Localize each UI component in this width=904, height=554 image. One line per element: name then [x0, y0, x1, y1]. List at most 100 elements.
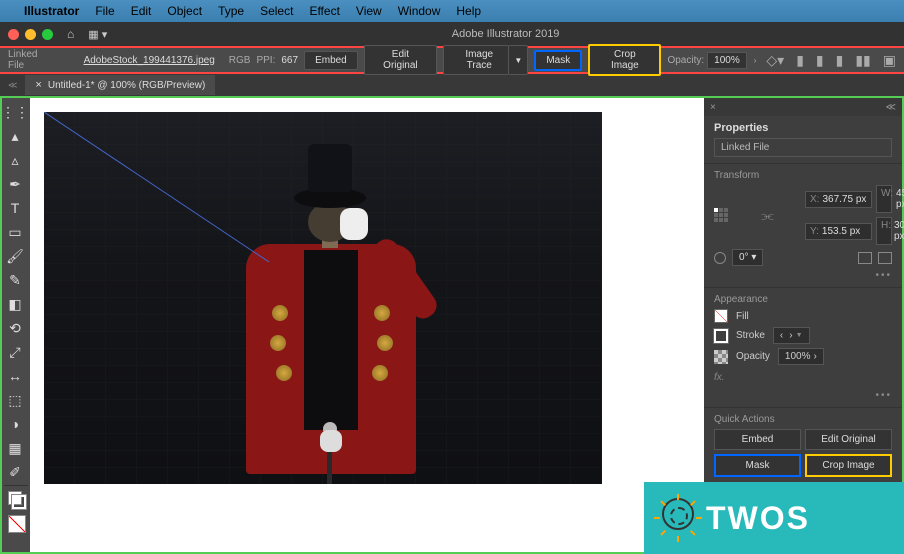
toolbar-grip-icon[interactable]: ⋮⋮ [2, 100, 28, 124]
qa-embed-button[interactable]: Embed [714, 429, 801, 450]
pen-tool[interactable]: ✒ [2, 172, 28, 196]
stroke-label: Stroke [736, 330, 765, 341]
rotate-tool[interactable]: ⟲ [2, 316, 28, 340]
close-icon[interactable] [8, 29, 19, 40]
isolate-icon[interactable]: ▣ [883, 52, 896, 69]
qa-crop-image-button[interactable]: Crop Image [805, 454, 892, 477]
h-field[interactable]: H:305 px [876, 217, 892, 245]
filename-link[interactable]: AdobeStock_199441376.jpeg [84, 55, 215, 66]
y-field[interactable]: Y:153.5 px [805, 223, 872, 240]
panel-header[interactable]: × ≪ [704, 98, 902, 116]
tool-separator [4, 485, 28, 486]
menu-window[interactable]: Window [398, 4, 441, 18]
shape-builder-tool[interactable]: ◑ [2, 412, 28, 436]
stroke-weight-field[interactable]: ‹›▼ [773, 327, 810, 344]
ppi-label: PPI: [256, 55, 275, 66]
menu-view[interactable]: View [356, 4, 382, 18]
rectangle-tool[interactable]: ▭ [2, 220, 28, 244]
crop-image-button[interactable]: Crop Image [588, 44, 661, 76]
fill-swatch-icon[interactable] [714, 309, 728, 323]
menu-object[interactable]: Object [167, 4, 202, 18]
image-trace-button[interactable]: Image Trace [443, 45, 509, 75]
watermark-text: TWOS [706, 500, 810, 537]
mac-menubar: Illustrator File Edit Object Type Select… [0, 0, 904, 22]
menu-edit[interactable]: Edit [131, 4, 152, 18]
align-icons: ◇▾ ▮ ▮ ▮ ▮▮ ▣ [766, 52, 896, 69]
menu-help[interactable]: Help [456, 4, 481, 18]
paintbrush-tool[interactable]: 🖌 [2, 244, 28, 268]
flip-vertical-icon[interactable] [878, 252, 892, 264]
x-field[interactable]: X:367.75 px [805, 191, 872, 208]
image-subject [214, 140, 444, 484]
home-icon[interactable]: ⌂ [67, 27, 74, 41]
close-tab-icon[interactable]: × [35, 79, 41, 91]
menu-app[interactable]: Illustrator [24, 4, 79, 18]
gradient-tool[interactable]: ▦ [2, 436, 28, 460]
opacity-checker-icon [714, 350, 728, 364]
fill-stroke-swatch[interactable] [8, 491, 26, 509]
traffic-lights [8, 29, 53, 40]
opacity-chevron-icon[interactable]: › [750, 56, 761, 65]
opacity-control: Opacity: 100% › [667, 52, 760, 69]
reference-point-widget[interactable] [714, 208, 728, 222]
watermark-overlay: TWOS [644, 482, 904, 554]
canvas[interactable] [30, 98, 704, 552]
image-trace-group: Image Trace ▼ [443, 45, 528, 75]
appearance-more-icon[interactable]: ••• [714, 390, 892, 401]
align-left-icon[interactable]: ▮ [796, 52, 804, 69]
panel-menu-icon[interactable]: ≪ [886, 102, 896, 113]
flip-horizontal-icon[interactable] [858, 252, 872, 264]
shaper-tool[interactable]: ✎ [2, 268, 28, 292]
direct-selection-tool[interactable]: ▵ [2, 148, 28, 172]
rotate-field[interactable]: 0° ▾ [732, 249, 763, 266]
image-trace-dropdown[interactable]: ▼ [509, 45, 528, 75]
width-tool[interactable]: ↔ [2, 364, 28, 388]
color-mode: RGB [229, 55, 251, 66]
opacity-value[interactable]: 100% [707, 52, 747, 69]
tools-panel: ⋮⋮ ▴ ▵ ✒ T ▭ 🖌 ✎ ◧ ⟲ ⤢ ↔ ⬚ ◑ ▦ ✐ [2, 98, 30, 552]
menu-file[interactable]: File [95, 4, 114, 18]
free-transform-tool[interactable]: ⬚ [2, 388, 28, 412]
linked-image[interactable] [44, 112, 602, 484]
distribute-icon[interactable]: ▮▮ [855, 52, 870, 69]
panel-close-icon[interactable]: × [710, 102, 716, 113]
document-tab-bar: ≪ × Untitled-1* @ 100% (RGB/Preview) [0, 74, 904, 96]
edit-original-button[interactable]: Edit Original [364, 45, 437, 75]
transform-more-icon[interactable]: ••• [714, 270, 892, 281]
scale-tool[interactable]: ⤢ [2, 340, 28, 364]
menu-effect[interactable]: Effect [309, 4, 339, 18]
constrain-proportions-icon[interactable]: ⫘ [734, 207, 801, 224]
menu-select[interactable]: Select [260, 4, 293, 18]
transform-label: Transform [714, 170, 892, 181]
opacity-label-panel: Opacity [736, 351, 770, 362]
none-swatch-icon[interactable] [8, 515, 26, 533]
menu-type[interactable]: Type [218, 4, 244, 18]
transform-icon[interactable]: ◇▾ [766, 52, 784, 69]
mask-button[interactable]: Mask [534, 50, 582, 71]
qa-edit-original-button[interactable]: Edit Original [805, 429, 892, 450]
qa-mask-button[interactable]: Mask [714, 454, 801, 477]
embed-button[interactable]: Embed [304, 51, 358, 70]
tab-caret-icon[interactable]: ≪ [0, 80, 25, 91]
type-tool[interactable]: T [2, 196, 28, 220]
properties-title: Properties [714, 122, 892, 134]
stroke-swatch[interactable] [12, 495, 26, 509]
linked-file-label: Linked File [8, 49, 54, 71]
fill-label: Fill [736, 311, 749, 322]
maximize-icon[interactable] [42, 29, 53, 40]
minimize-icon[interactable] [25, 29, 36, 40]
opacity-field-panel[interactable]: 100%› [778, 348, 824, 365]
document-tab[interactable]: × Untitled-1* @ 100% (RGB/Preview) [25, 75, 215, 95]
align-right-icon[interactable]: ▮ [836, 52, 844, 69]
opacity-label: Opacity: [667, 55, 704, 66]
w-field[interactable]: W:457.5 px [876, 185, 892, 213]
eraser-tool[interactable]: ◧ [2, 292, 28, 316]
stroke-swatch-icon[interactable] [714, 329, 728, 343]
arrange-documents-icon[interactable]: ▦ ▾ [88, 28, 107, 41]
eyedropper-tool[interactable]: ✐ [2, 460, 28, 484]
selection-tool[interactable]: ▴ [2, 124, 28, 148]
align-center-icon[interactable]: ▮ [816, 52, 824, 69]
fx-label[interactable]: fx. [714, 369, 892, 386]
ppi-value: 667 [281, 55, 298, 66]
document-tab-label: Untitled-1* @ 100% (RGB/Preview) [48, 80, 205, 91]
